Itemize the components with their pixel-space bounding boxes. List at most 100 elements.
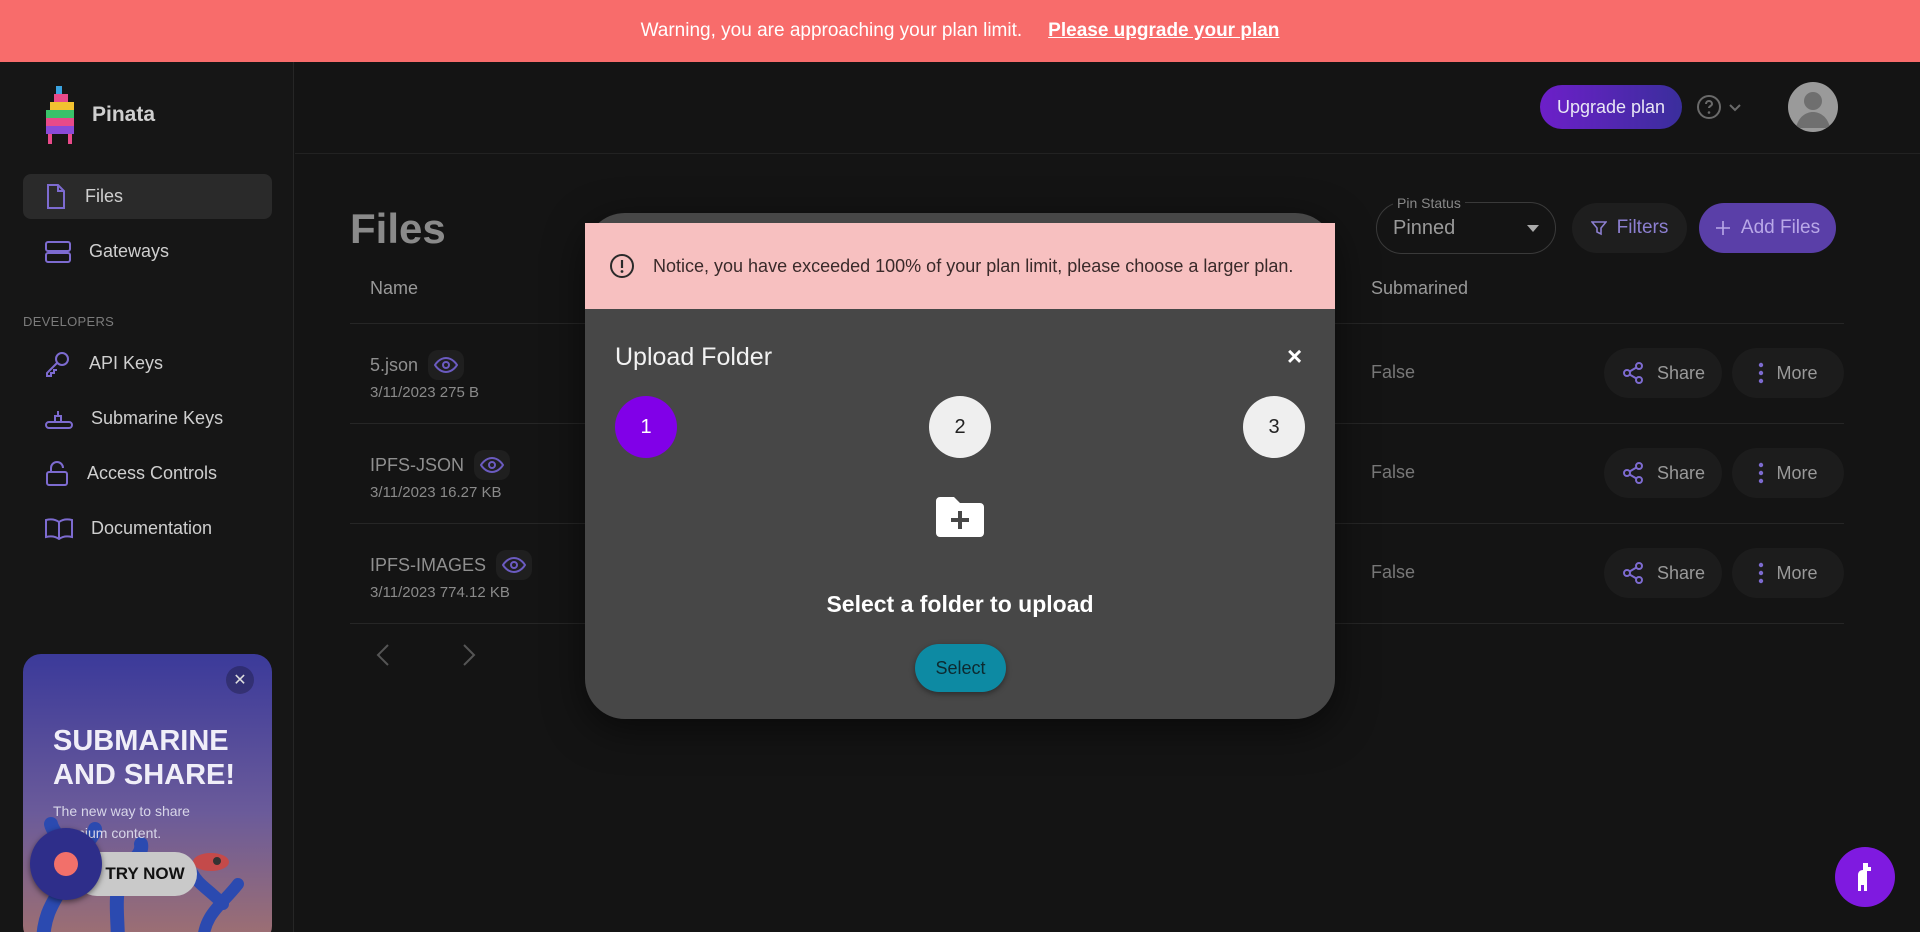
select-folder-prompt: Select a folder to upload bbox=[826, 591, 1094, 617]
table-row[interactable]: IPFS-JSON bbox=[370, 450, 511, 480]
preview-button[interactable] bbox=[496, 550, 533, 580]
upgrade-plan-link[interactable]: Please upgrade your plan bbox=[1048, 20, 1279, 42]
pin-status-select[interactable]: Pin Status Pinned bbox=[1376, 195, 1556, 254]
record-icon bbox=[54, 852, 78, 876]
promo-close-button[interactable]: ✕ bbox=[226, 666, 254, 694]
book-icon bbox=[45, 517, 73, 540]
close-button[interactable]: × bbox=[1287, 341, 1302, 372]
step-1-indicator: 1 bbox=[615, 396, 677, 458]
file-meta: 3/11/2023 774.12 KB bbox=[370, 584, 510, 601]
submarined-value: False bbox=[1371, 462, 1416, 482]
filter-icon bbox=[1590, 221, 1607, 236]
question-circle-icon bbox=[1697, 95, 1721, 119]
table-row[interactable]: IPFS-IMAGES bbox=[370, 550, 533, 580]
sidebar-item-label: Gateways bbox=[89, 241, 170, 261]
more-button[interactable]: More bbox=[1732, 448, 1844, 498]
sidebar-item-files[interactable]: Files bbox=[23, 174, 272, 219]
share-button[interactable]: Share bbox=[1604, 448, 1722, 498]
share-button[interactable]: Share bbox=[1604, 548, 1722, 598]
step-2-indicator: 2 bbox=[929, 396, 991, 458]
eye-icon bbox=[434, 357, 459, 373]
modal-title: Upload Folder bbox=[615, 343, 773, 371]
preview-button[interactable] bbox=[474, 450, 511, 480]
plan-warning-banner: Warning, you are approaching your plan l… bbox=[0, 0, 1920, 62]
share-icon bbox=[1622, 362, 1643, 384]
plus-icon bbox=[1715, 221, 1730, 235]
filters-button[interactable]: Filters bbox=[1572, 203, 1687, 253]
share-icon bbox=[1622, 462, 1643, 484]
more-label: More bbox=[1776, 362, 1818, 383]
add-files-button[interactable]: Add Files bbox=[1699, 203, 1836, 253]
help-menu[interactable] bbox=[1696, 94, 1742, 120]
file-meta: 3/11/2023 275 B bbox=[370, 384, 479, 401]
submarined-value: False bbox=[1371, 562, 1416, 582]
share-label: Share bbox=[1656, 562, 1706, 583]
share-button[interactable]: Share bbox=[1604, 348, 1722, 398]
page-title: Files bbox=[350, 205, 446, 252]
more-button[interactable]: More bbox=[1732, 548, 1844, 598]
alert-circle-icon bbox=[610, 254, 634, 278]
previous-page-button[interactable] bbox=[368, 640, 398, 670]
eye-icon bbox=[480, 457, 505, 473]
select-folder-button[interactable]: Select bbox=[915, 644, 1006, 692]
share-label: Share bbox=[1656, 462, 1706, 483]
next-page-button[interactable] bbox=[454, 640, 484, 670]
user-avatar[interactable] bbox=[1788, 82, 1838, 132]
folder-plus-icon bbox=[936, 497, 984, 537]
more-vertical-icon bbox=[1759, 362, 1764, 384]
upload-folder-modal: Notice, you have exceeded 100% of your p… bbox=[585, 213, 1335, 719]
column-header-name[interactable]: Name bbox=[370, 278, 418, 299]
sidebar-item-documentation[interactable]: Documentation bbox=[23, 506, 272, 551]
sidebar-item-label: API Keys bbox=[89, 353, 164, 373]
chevron-left-icon bbox=[376, 644, 389, 666]
more-vertical-icon bbox=[1759, 562, 1764, 584]
sidebar-item-label: Files bbox=[85, 186, 124, 206]
pin-status-label: Pin Status bbox=[1393, 195, 1465, 211]
llama-icon bbox=[1858, 863, 1871, 891]
pinata-logo-icon bbox=[46, 86, 74, 144]
preview-button[interactable] bbox=[428, 350, 465, 380]
server-icon bbox=[45, 240, 71, 263]
chevron-right-icon bbox=[463, 644, 476, 666]
column-header-submarined[interactable]: Submarined bbox=[1371, 278, 1468, 299]
chevron-down-icon bbox=[1729, 104, 1741, 112]
sidebar-item-api-keys[interactable]: API Keys bbox=[23, 341, 272, 386]
step-3-indicator: 3 bbox=[1243, 396, 1305, 458]
file-meta: 3/11/2023 16.27 KB bbox=[370, 484, 502, 501]
support-chat-button[interactable] bbox=[1835, 847, 1895, 907]
lock-icon bbox=[46, 460, 68, 486]
table-row[interactable]: 5.json bbox=[370, 350, 465, 380]
banner-warning-text: Warning, you are approaching your plan l… bbox=[640, 20, 1023, 41]
share-icon bbox=[1622, 562, 1643, 584]
sidebar-item-label: Submarine Keys bbox=[91, 408, 224, 428]
share-label: Share bbox=[1656, 362, 1706, 383]
file-name[interactable]: 5.json bbox=[370, 355, 418, 376]
sidebar-item-label: Access Controls bbox=[87, 463, 218, 483]
filters-label: Filters bbox=[1616, 217, 1669, 238]
screen-record-button[interactable] bbox=[30, 828, 102, 900]
notice-text: Notice, you have exceeded 100% of your p… bbox=[653, 255, 1294, 276]
file-name[interactable]: IPFS-IMAGES bbox=[370, 555, 486, 576]
brand-name: Pinata bbox=[92, 103, 156, 126]
plan-limit-notice: Notice, you have exceeded 100% of your p… bbox=[585, 223, 1335, 309]
eye-icon bbox=[502, 557, 527, 573]
key-icon bbox=[46, 351, 69, 377]
sidebar-item-label: Documentation bbox=[91, 518, 213, 538]
avatar-icon bbox=[1796, 92, 1830, 128]
upgrade-plan-button[interactable]: Upgrade plan bbox=[1540, 85, 1682, 129]
sidebar-item-access-controls[interactable]: Access Controls bbox=[23, 451, 272, 496]
add-files-label: Add Files bbox=[1740, 217, 1821, 238]
promo-title: SUBMARINE AND SHARE! bbox=[53, 725, 236, 791]
file-name[interactable]: IPFS-JSON bbox=[370, 455, 464, 476]
more-vertical-icon bbox=[1759, 462, 1764, 484]
sidebar-item-submarine-keys[interactable]: Submarine Keys bbox=[23, 396, 272, 441]
developers-section-label: DEVELOPERS bbox=[23, 314, 115, 329]
more-label: More bbox=[1776, 462, 1818, 483]
caret-down-icon bbox=[1527, 225, 1539, 232]
more-label: More bbox=[1776, 562, 1818, 583]
more-button[interactable]: More bbox=[1732, 348, 1844, 398]
sidebar-item-gateways[interactable]: Gateways bbox=[23, 229, 272, 274]
brand[interactable]: Pinata bbox=[42, 86, 155, 144]
submarined-value: False bbox=[1371, 362, 1416, 382]
file-icon bbox=[47, 183, 65, 209]
